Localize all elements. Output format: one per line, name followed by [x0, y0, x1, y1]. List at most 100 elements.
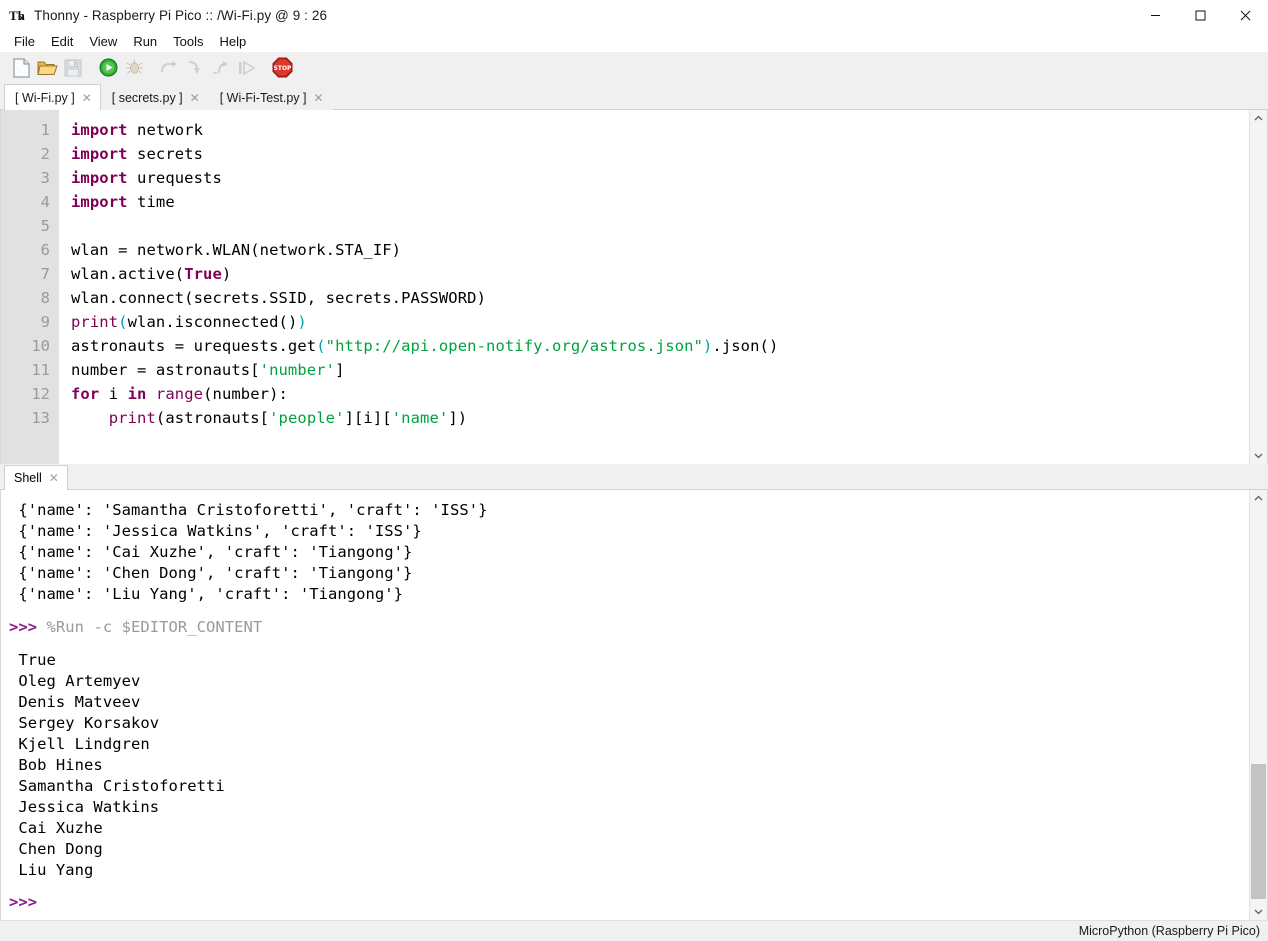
chevron-down-icon[interactable] [1250, 903, 1267, 920]
interpreter-status: MicroPython (Raspberry Pi Pico) [1078, 924, 1260, 938]
shell-output-line: {'name': 'Liu Yang', 'craft': 'Tiangong'… [9, 585, 404, 603]
chevron-up-icon[interactable] [1250, 490, 1267, 507]
shell-prompt: >>> [9, 618, 38, 636]
window-controls [1133, 0, 1268, 30]
menu-run[interactable]: Run [125, 32, 165, 51]
line-number: 4 [40, 193, 50, 211]
close-button[interactable] [1223, 0, 1268, 30]
shell-area: {'name': 'Bob Hines', 'craft': 'ISS'} {'… [0, 490, 1268, 920]
editor-tab-wifi-test[interactable]: [ Wi-Fi-Test.py ] ✕ [208, 84, 333, 110]
code-line: import time [71, 193, 175, 211]
line-number: 8 [40, 289, 50, 307]
editor-scroll-track[interactable] [1250, 127, 1267, 447]
debug-icon[interactable] [121, 55, 147, 81]
line-number: 1 [40, 121, 50, 139]
code-editor[interactable]: import network import secrets import urequ… [59, 110, 1249, 464]
maximize-button[interactable] [1178, 0, 1223, 30]
shell-tab[interactable]: Shell ✕ [4, 465, 68, 490]
title-bar-left: Th Thonny - Raspberry Pi Pico :: /Wi-Fi.… [0, 7, 327, 24]
code-line: print(astronauts['people'][i]['name']) [108, 409, 468, 427]
thonny-logo-icon: Th [9, 7, 26, 24]
shell-scroll-thumb[interactable] [1251, 764, 1266, 900]
shell-notebook: Shell ✕ {'name': 'Bob Hines', 'craft': '… [0, 464, 1268, 920]
code-line: import network [71, 121, 204, 139]
code-line: for i in range(number): [71, 385, 288, 403]
shell-spacer [9, 638, 1249, 650]
menu-bar: File Edit View Run Tools Help [0, 30, 1268, 52]
shell-output-line: {'name': 'Cai Xuzhe', 'craft': 'Tiangong… [9, 543, 413, 561]
close-tab-icon[interactable]: ✕ [47, 472, 61, 484]
code-line: import urequests [71, 169, 222, 187]
menu-view[interactable]: View [81, 32, 125, 51]
svg-text:STOP: STOP [273, 65, 292, 72]
code-line: number = astronauts['number'] [71, 361, 345, 379]
shell-result-line: Chen Dong [9, 840, 103, 858]
line-number: 12 [31, 385, 50, 403]
line-number: 6 [40, 241, 50, 259]
shell-result-line: Kjell Lindgren [9, 735, 150, 753]
stop-icon[interactable]: STOP [269, 55, 295, 81]
shell-result-line: Liu Yang [9, 861, 94, 879]
line-number: 9 [40, 313, 50, 331]
line-number: 10 [31, 337, 50, 355]
line-number: 3 [40, 169, 50, 187]
code-line: import secrets [71, 145, 204, 163]
step-out-icon[interactable] [208, 55, 234, 81]
close-tab-icon[interactable]: ✕ [80, 92, 94, 104]
toolbar-separator [260, 55, 269, 81]
editor-tab-label: [ Wi-Fi-Test.py ] [219, 90, 307, 105]
code-line: astronauts = urequests.get("http://api.o… [71, 337, 779, 355]
shell-scrollbar[interactable] [1249, 490, 1267, 920]
menu-tools[interactable]: Tools [165, 32, 211, 51]
editor-tab-secrets[interactable]: [ secrets.py ] ✕ [100, 84, 209, 110]
shell-result-line: Denis Matveev [9, 693, 141, 711]
window-title: Thonny - Raspberry Pi Pico :: /Wi-Fi.py … [34, 7, 328, 23]
line-number: 2 [40, 145, 50, 163]
editor-tab-wifi[interactable]: [ Wi-Fi.py ] ✕ [4, 84, 101, 110]
line-number-gutter: 1 2 3 4 5 6 7 8 9 10 11 12 13 [1, 110, 59, 464]
shell-result-line: Bob Hines [9, 756, 103, 774]
toolbar-separator [86, 55, 95, 81]
shell-result-line: Samantha Cristoforetti [9, 777, 225, 795]
chevron-up-icon[interactable] [1250, 110, 1267, 127]
step-over-icon[interactable] [156, 55, 182, 81]
shell-result-line: Sergey Korsakov [9, 714, 160, 732]
shell-output-line: {'name': 'Samantha Cristoforetti', 'craf… [9, 501, 488, 519]
editor-tab-strip: [ Wi-Fi.py ] ✕ [ secrets.py ] ✕ [ Wi-Fi-… [0, 83, 1268, 110]
menu-file[interactable]: File [6, 32, 43, 51]
shell-output[interactable]: {'name': 'Bob Hines', 'craft': 'ISS'} {'… [1, 490, 1249, 920]
shell-result-line: Oleg Artemyev [9, 672, 141, 690]
editor-tab-label: [ secrets.py ] [111, 90, 183, 105]
title-bar: Th Thonny - Raspberry Pi Pico :: /Wi-Fi.… [0, 0, 1268, 30]
minimize-button[interactable] [1133, 0, 1178, 30]
chevron-down-icon[interactable] [1250, 447, 1267, 464]
editor-tab-label: [ Wi-Fi.py ] [15, 90, 75, 105]
line-number: 13 [31, 409, 50, 427]
shell-final-prompt[interactable]: >>> [9, 892, 1249, 913]
toolbar-separator [147, 55, 156, 81]
open-file-icon[interactable] [34, 55, 60, 81]
editor-scrollbar[interactable] [1249, 110, 1267, 464]
editor-notebook: [ Wi-Fi.py ] ✕ [ secrets.py ] ✕ [ Wi-Fi-… [0, 83, 1268, 464]
resume-icon[interactable] [234, 55, 260, 81]
close-tab-icon[interactable]: ✕ [312, 92, 326, 104]
close-tab-icon[interactable]: ✕ [188, 92, 202, 104]
toolbar: STOP [0, 52, 1268, 83]
shell-scroll-track[interactable] [1250, 507, 1267, 903]
line-number: 11 [31, 361, 50, 379]
save-file-icon[interactable] [60, 55, 86, 81]
code-line: wlan = network.WLAN(network.STA_IF) [71, 241, 402, 259]
code-line: wlan.connect(secrets.SSID, secrets.PASSW… [71, 289, 486, 307]
run-icon[interactable] [95, 55, 121, 81]
menu-edit[interactable]: Edit [43, 32, 81, 51]
new-file-icon[interactable] [8, 55, 34, 81]
editor-area: 1 2 3 4 5 6 7 8 9 10 11 12 13 import network import s… [0, 110, 1268, 464]
shell-output-line: {'name': 'Chen Dong', 'craft': 'Tiangong… [9, 564, 413, 582]
shell-prompt-line: >>> %Run -c $EDITOR_CONTENT [9, 617, 1249, 638]
code-line: wlan.active(True) [71, 265, 232, 283]
step-into-icon[interactable] [182, 55, 208, 81]
shell-output-line: {'name': 'Jessica Watkins', 'craft': 'IS… [9, 522, 422, 540]
menu-help[interactable]: Help [212, 32, 255, 51]
shell-result-line: True [9, 651, 56, 669]
line-number: 5 [40, 217, 50, 235]
